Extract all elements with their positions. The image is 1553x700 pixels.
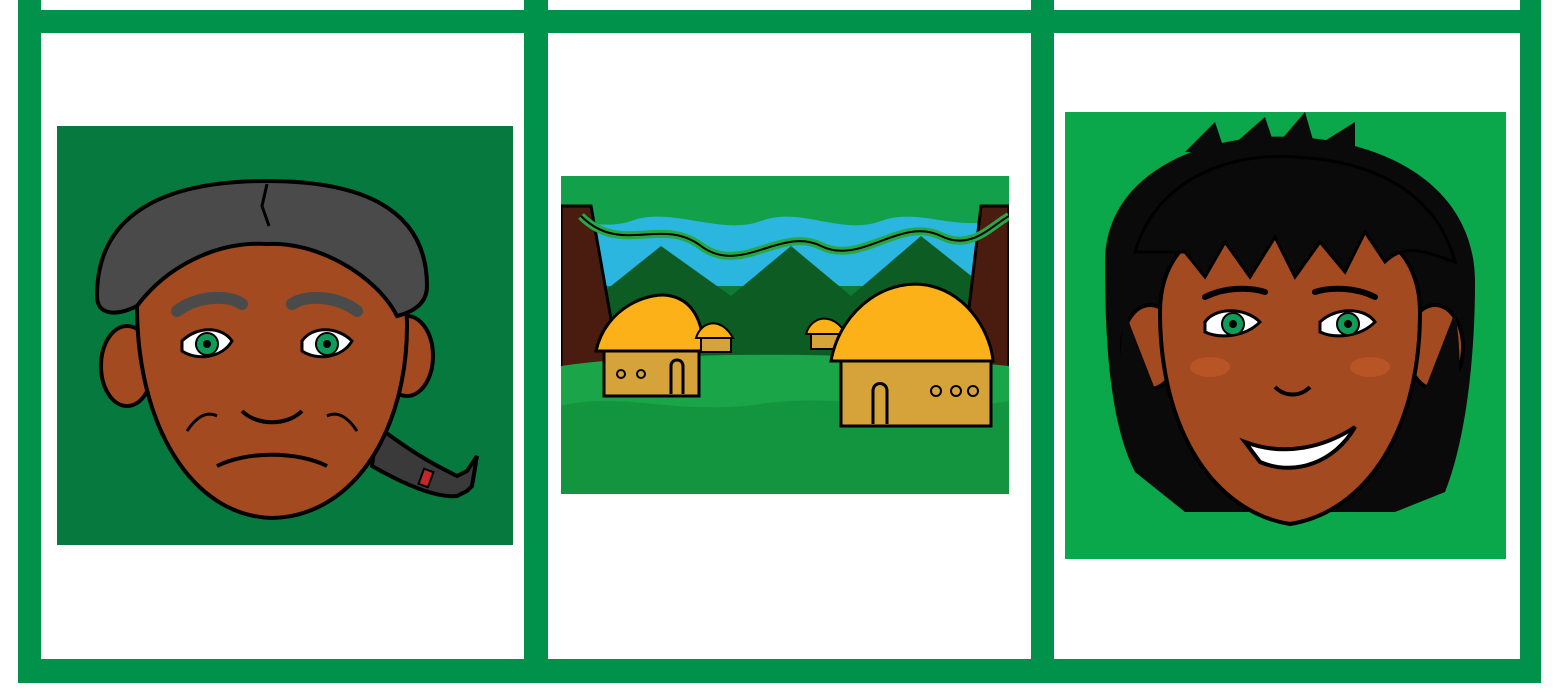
picture-card-board: [18, 0, 1541, 683]
young-boy-face-icon: [1065, 112, 1506, 559]
top-card-1[interactable]: [41, 0, 524, 10]
top-card-3[interactable]: [1054, 0, 1520, 10]
village-huts-icon: [561, 176, 1009, 494]
card-village[interactable]: [548, 33, 1031, 659]
card-elder[interactable]: [41, 33, 524, 659]
old-man-face-icon: [57, 126, 513, 545]
top-card-2[interactable]: [548, 0, 1031, 10]
card-boy[interactable]: [1054, 33, 1520, 659]
